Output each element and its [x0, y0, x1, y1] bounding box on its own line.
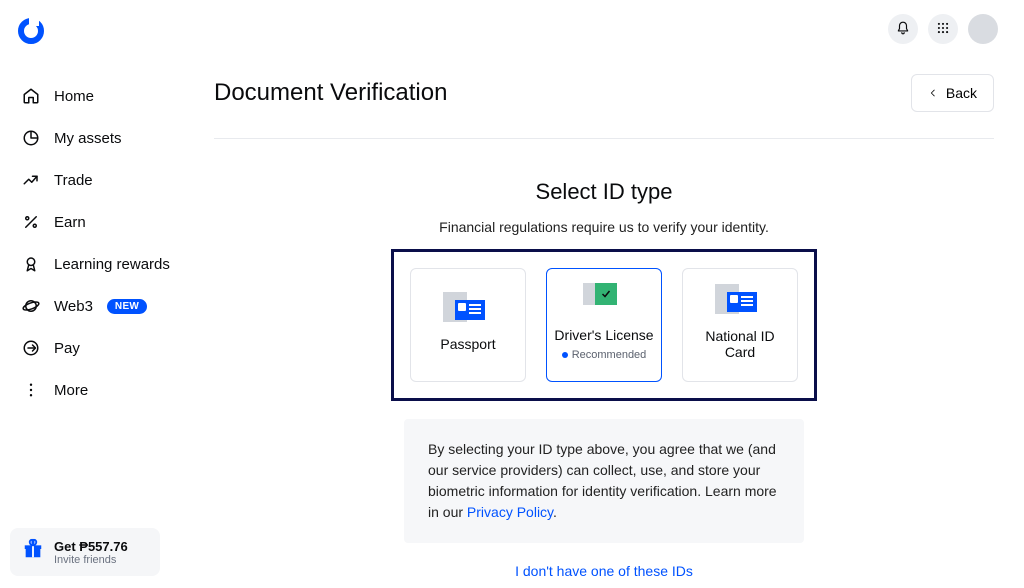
- sidebar-item-label: My assets: [54, 130, 122, 147]
- invite-friends-card[interactable]: Get ₱557.76 Invite friends: [10, 528, 160, 576]
- id-card-icon: [721, 290, 759, 316]
- sidebar-item-learning-rewards[interactable]: Learning rewards: [0, 243, 171, 285]
- apps-button[interactable]: [928, 14, 958, 44]
- divider: [214, 138, 994, 139]
- no-id-link[interactable]: I don't have one of these IDs: [284, 563, 924, 579]
- logo-container: [0, 18, 171, 49]
- sidebar-nav: Home My assets Trade Earn Learning rewar…: [0, 75, 171, 411]
- privacy-policy-link[interactable]: Privacy Policy: [467, 504, 553, 520]
- recommended-label: Recommended: [572, 349, 647, 361]
- sidebar-item-label: Pay: [54, 340, 80, 357]
- user-avatar[interactable]: [968, 14, 998, 44]
- id-option-passport[interactable]: Passport: [410, 268, 526, 382]
- grid-icon: [936, 21, 950, 38]
- pie-icon: [22, 129, 40, 147]
- planet-icon: [22, 297, 40, 315]
- invite-title: Get ₱557.76: [54, 539, 128, 554]
- invite-subtitle: Invite friends: [54, 554, 128, 566]
- sidebar-item-label: Web3: [54, 298, 93, 315]
- select-id-title: Select ID type: [284, 179, 924, 205]
- sidebar-item-label: Home: [54, 88, 94, 105]
- topbar: [172, 0, 1024, 44]
- reward-icon: [22, 255, 40, 273]
- consent-notice: By selecting your ID type above, you agr…: [404, 419, 804, 543]
- sidebar-item-home[interactable]: Home: [0, 75, 171, 117]
- percent-icon: [22, 213, 40, 231]
- bell-icon: [896, 21, 910, 38]
- id-option-label: National ID Card: [689, 328, 791, 360]
- id-option-label: Passport: [440, 336, 495, 352]
- notifications-button[interactable]: [888, 14, 918, 44]
- sidebar-item-label: Earn: [54, 214, 86, 231]
- content: Document Verification Back Select ID typ…: [172, 44, 1024, 588]
- back-button[interactable]: Back: [911, 74, 994, 112]
- sidebar: Home My assets Trade Earn Learning rewar…: [0, 0, 172, 588]
- new-badge: NEW: [107, 299, 147, 314]
- sidebar-item-label: Learning rewards: [54, 256, 170, 273]
- page-header: Document Verification Back: [214, 54, 994, 138]
- id-card-icon: [449, 298, 487, 324]
- gift-icon: [22, 538, 44, 566]
- more-icon: [22, 381, 40, 399]
- main-area: Document Verification Back Select ID typ…: [172, 0, 1024, 588]
- dot-icon: [562, 352, 568, 358]
- id-card-check-icon: [581, 289, 619, 315]
- coinbase-logo-icon[interactable]: [18, 31, 44, 48]
- pay-icon: [22, 339, 40, 357]
- page-title: Document Verification: [214, 79, 447, 107]
- id-options-row: Passport Driver's License Recommended: [391, 249, 817, 401]
- recommended-badge: Recommended: [562, 349, 647, 361]
- consent-suffix: .: [553, 504, 557, 520]
- sidebar-item-pay[interactable]: Pay: [0, 327, 171, 369]
- sidebar-item-my-assets[interactable]: My assets: [0, 117, 171, 159]
- chevron-left-icon: [928, 85, 938, 101]
- sidebar-item-label: More: [54, 382, 88, 399]
- sidebar-item-more[interactable]: More: [0, 369, 171, 411]
- sidebar-item-trade[interactable]: Trade: [0, 159, 171, 201]
- app-root: Home My assets Trade Earn Learning rewar…: [0, 0, 1024, 588]
- sidebar-item-web3[interactable]: Web3 NEW: [0, 285, 171, 327]
- id-option-national-id[interactable]: National ID Card: [682, 268, 798, 382]
- trend-icon: [22, 171, 40, 189]
- id-selection-section: Select ID type Financial regulations req…: [284, 179, 924, 579]
- id-option-drivers-license[interactable]: Driver's License Recommended: [546, 268, 662, 382]
- back-label: Back: [946, 85, 977, 101]
- sidebar-item-earn[interactable]: Earn: [0, 201, 171, 243]
- sidebar-item-label: Trade: [54, 172, 93, 189]
- id-option-label: Driver's License: [554, 327, 653, 343]
- invite-text: Get ₱557.76 Invite friends: [54, 539, 128, 566]
- select-id-subtitle: Financial regulations require us to veri…: [284, 219, 924, 235]
- home-icon: [22, 87, 40, 105]
